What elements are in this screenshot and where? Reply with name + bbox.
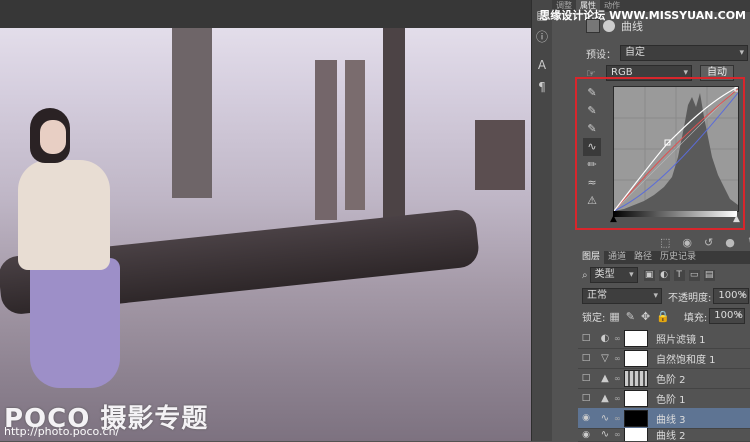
tab-channels[interactable]: 通道 xyxy=(604,251,630,264)
mask-icon[interactable] xyxy=(603,20,615,32)
black-slider-handle[interactable]: ▲ xyxy=(610,214,617,224)
adjustment-layer-icon: ▲ xyxy=(601,372,609,384)
link-icon[interactable]: ∞ xyxy=(614,414,622,423)
link-icon[interactable]: ∞ xyxy=(614,334,622,343)
layer-row[interactable]: ◉ ∿ ∞ 曲线 2 xyxy=(578,428,750,442)
tab-history[interactable]: 历史记录 xyxy=(656,251,700,264)
filter-icons: ▣ ◐ T ▭ ▤ xyxy=(643,269,715,281)
layer-row[interactable]: □ ▽ ∞ 自然饱和度 1 xyxy=(578,348,750,369)
white-slider-handle[interactable]: ▲ xyxy=(733,214,740,224)
link-icon[interactable]: ∞ xyxy=(614,430,622,439)
layer-name[interactable]: 色阶 1 xyxy=(656,391,686,406)
opacity-input[interactable]: 100% xyxy=(713,288,750,304)
link-icon[interactable]: ∞ xyxy=(614,374,622,383)
layer-visibility-toggle[interactable]: □ xyxy=(580,392,592,404)
tree-trunk xyxy=(345,60,365,210)
visibility-icon[interactable]: ● xyxy=(725,236,735,249)
lock-row: 锁定: ▦ ✎ ✥ 🔒 填充: 100% xyxy=(582,308,746,324)
collapsed-panel-strip: ▤ ⓘ A ¶ xyxy=(531,0,552,441)
input-gradient-bar xyxy=(613,211,737,217)
smart-object-filter-icon[interactable]: ▤ xyxy=(703,269,715,281)
model-skirt xyxy=(30,258,120,388)
eye-icon[interactable]: ◉ xyxy=(580,429,592,441)
lock-image-icon[interactable]: ✎ xyxy=(626,310,635,323)
fill-input[interactable]: 100% xyxy=(709,308,746,324)
properties-title: 曲线 xyxy=(621,20,643,33)
opacity-label: 不透明度: xyxy=(668,292,712,304)
layer-name[interactable]: 自然饱和度 1 xyxy=(656,351,716,366)
layer-name[interactable]: 曲线 2 xyxy=(656,428,686,441)
canvas-top-bar xyxy=(0,0,531,28)
layer-row[interactable]: □ ◐ ∞ 照片滤镜 1 xyxy=(578,328,750,349)
curves-adjust-icon xyxy=(586,19,600,33)
layer-mask-thumbnail[interactable] xyxy=(624,349,648,367)
layer-name[interactable]: 照片滤镜 1 xyxy=(656,331,706,346)
lock-label: 锁定: xyxy=(582,312,606,324)
model-face xyxy=(40,120,66,154)
tab-layers[interactable]: 图层 xyxy=(578,251,605,264)
preset-row: 预设： 自定 xyxy=(586,45,748,61)
adjustment-layer-icon: ▽ xyxy=(601,352,609,364)
layer-name[interactable]: 曲线 3 xyxy=(656,411,686,426)
tree-trunk xyxy=(383,28,405,228)
layer-name[interactable]: 色阶 2 xyxy=(656,371,686,386)
layer-mask-thumbnail[interactable] xyxy=(624,409,648,427)
preset-label: 预设： xyxy=(586,49,616,61)
properties-header: 曲线 xyxy=(586,18,643,34)
reset-icon[interactable]: ↺ xyxy=(704,236,713,249)
link-icon[interactable]: ∞ xyxy=(614,394,622,403)
layers-tabbar: 图层 通道 路径 历史记录 xyxy=(578,251,750,264)
layer-mask-thumbnail[interactable] xyxy=(624,329,648,347)
curves-svg xyxy=(613,86,740,212)
tab-paths[interactable]: 路径 xyxy=(630,251,656,264)
layer-mask-thumbnail[interactable] xyxy=(624,389,648,407)
preset-dropdown[interactable]: 自定 xyxy=(620,45,748,61)
curves-layer-icon: ∿ xyxy=(600,429,610,440)
layer-row[interactable]: □ ▲ ∞ 色阶 1 xyxy=(578,388,750,409)
lock-all-icon[interactable]: 🔒 xyxy=(656,310,670,323)
adjustment-layer-icon: ◐ xyxy=(600,332,610,344)
properties-footer: ⬚ ◉ ↺ ● 🗑 xyxy=(660,236,750,249)
layer-filter-row: ⌕ 类型 ▣ ◐ T ▭ ▤ xyxy=(582,267,715,283)
adjustment-layer-icon: ▲ xyxy=(601,392,609,404)
type-filter-icon[interactable]: T xyxy=(673,269,685,281)
filter-kind-dropdown[interactable]: 类型 xyxy=(589,267,638,283)
layer-visibility-toggle[interactable]: □ xyxy=(580,352,592,364)
character-icon[interactable]: A xyxy=(532,54,552,76)
view-previous-icon[interactable]: ◉ xyxy=(682,236,692,249)
blend-mode-dropdown[interactable]: 正常 xyxy=(582,288,662,304)
layer-row[interactable]: □ ▲ ∞ 色阶 2 xyxy=(578,368,750,389)
link-icon[interactable]: ∞ xyxy=(614,354,622,363)
blend-row: 正常 不透明度: 100% xyxy=(582,288,750,304)
adjustment-filter-icon[interactable]: ◐ xyxy=(658,269,670,281)
lock-transparent-icon[interactable]: ▦ xyxy=(609,310,619,323)
fill-label: 填充: xyxy=(683,312,708,324)
tree-trunk xyxy=(315,60,337,220)
poco-url: http://photo.poco.cn/ xyxy=(4,425,120,438)
layer-visibility-toggle[interactable]: □ xyxy=(580,372,592,384)
layer-row-selected[interactable]: ◉ ∿ ∞ 曲线 3 xyxy=(578,408,750,429)
info-icon[interactable]: ⓘ xyxy=(532,26,552,48)
shape-filter-icon[interactable]: ▭ xyxy=(688,269,700,281)
layer-visibility-toggle[interactable]: □ xyxy=(580,332,592,344)
layer-mask-thumbnail[interactable] xyxy=(624,428,648,441)
search-icon: ⌕ xyxy=(582,269,588,281)
curves-layer-icon: ∿ xyxy=(600,412,610,424)
eye-icon[interactable]: ◉ xyxy=(580,412,592,424)
curves-graph[interactable] xyxy=(613,86,740,212)
pixel-filter-icon[interactable]: ▣ xyxy=(643,269,655,281)
paragraph-icon[interactable]: ¶ xyxy=(532,76,552,98)
layer-mask-thumbnail[interactable] xyxy=(624,369,648,387)
clip-to-layer-icon[interactable]: ⬚ xyxy=(660,236,670,249)
tree-trunk xyxy=(172,28,212,198)
wooden-fence xyxy=(475,120,525,190)
document-canvas[interactable]: POCO 摄影专题 http://photo.poco.cn/ xyxy=(0,0,531,441)
model-body xyxy=(18,160,110,270)
lock-position-icon[interactable]: ✥ xyxy=(641,310,650,323)
